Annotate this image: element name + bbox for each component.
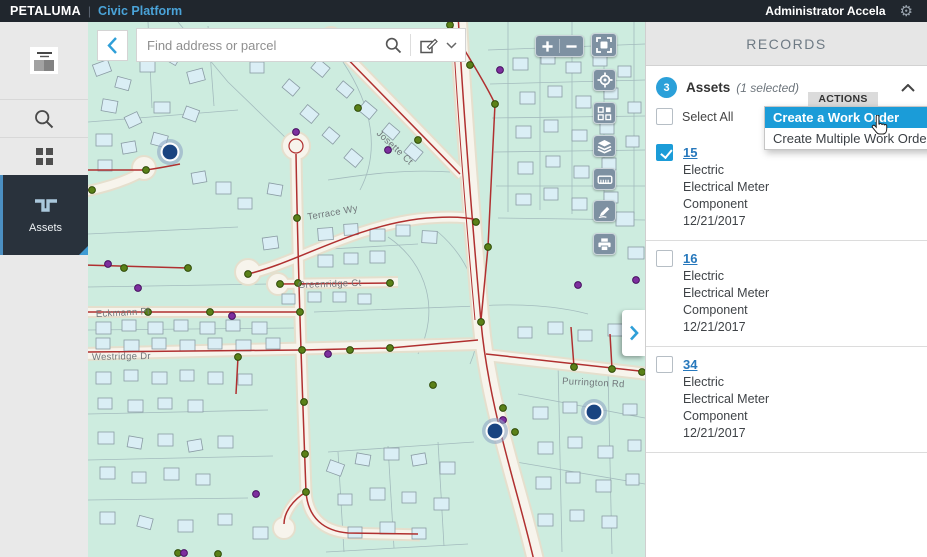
asset-detail-line: Electrical Meter — [683, 179, 769, 196]
map-container: Josette Ct Terrace Wy Greenridge Ct Eckm… — [88, 22, 645, 557]
zoom-control — [535, 35, 584, 57]
menu-item-create-work-order[interactable]: Create a Work Order — [765, 107, 927, 128]
sidebar-item-search[interactable] — [0, 99, 88, 137]
sidebar-item-assets[interactable]: Assets — [0, 175, 88, 255]
draw-select-icon[interactable] — [419, 36, 439, 55]
asset-item: 34 Electric Electrical Meter Component 1… — [646, 347, 927, 453]
street-label: Westridge Dr — [92, 351, 151, 363]
asset-item: 16 Electric Electrical Meter Component 1… — [646, 241, 927, 347]
actions-dropdown-menu: Create a Work Order Create Multiple Work… — [764, 106, 927, 150]
select-all-checkbox[interactable] — [656, 108, 673, 125]
brand-name: PETALUMA — [10, 4, 81, 18]
zoom-out-button[interactable] — [560, 36, 583, 56]
count-badge: 3 — [656, 77, 677, 98]
select-all-label: Select All — [682, 110, 733, 124]
asset-id-link[interactable]: 16 — [683, 251, 697, 266]
assets-group-header: 3 Assets (1 selected) — [646, 66, 927, 102]
left-toolbar: Assets — [0, 22, 88, 557]
minus-icon — [565, 40, 578, 53]
map-search-bar — [136, 28, 466, 62]
records-panel: RECORDS 3 Assets (1 selected) Select All… — [645, 22, 927, 557]
panel-title: RECORDS — [746, 36, 827, 52]
street-label: Greenridge Ct — [298, 278, 362, 291]
asset-detail-line: Electric — [683, 162, 769, 179]
basemap-gallery-icon — [597, 106, 612, 121]
asset-detail-line: Electric — [683, 268, 769, 285]
hand-cursor-icon — [870, 115, 888, 136]
asset-detail-line: 12/21/2017 — [683, 213, 769, 230]
asset-checkbox[interactable] — [656, 144, 673, 161]
selection-note: (1 selected) — [736, 81, 799, 95]
chevron-right-icon — [629, 325, 639, 341]
group-label: Assets — [686, 80, 730, 95]
search-icon — [34, 109, 54, 129]
top-bar: PETALUMA | Civic Platform Administrator … — [0, 0, 927, 22]
asset-marker[interactable] — [157, 139, 183, 165]
measure-icon — [597, 172, 613, 187]
user-name[interactable]: Administrator Accela — [765, 4, 885, 18]
divider — [410, 34, 411, 56]
collapse-group-button[interactable] — [901, 84, 915, 92]
pencil-icon — [597, 204, 612, 219]
asset-id-link[interactable]: 34 — [683, 357, 697, 372]
assets-pipes-icon — [32, 197, 60, 217]
asset-id-link[interactable]: 15 — [683, 145, 697, 160]
asset-detail-line: 12/21/2017 — [683, 319, 769, 336]
print-icon — [597, 237, 612, 252]
search-input[interactable] — [145, 37, 385, 54]
asset-detail-line: Component — [683, 408, 769, 425]
asset-detail-line: 12/21/2017 — [683, 425, 769, 442]
basemap-gallery-button[interactable] — [593, 102, 616, 124]
search-icon[interactable] — [385, 37, 402, 54]
sidebar-item-apps[interactable] — [0, 137, 88, 175]
asset-marker[interactable] — [581, 399, 607, 425]
gear-icon[interactable]: ⚙ — [900, 4, 913, 19]
asset-checkbox[interactable] — [656, 250, 673, 267]
asset-detail-line: Component — [683, 196, 769, 213]
records-panel-header: RECORDS — [646, 22, 927, 66]
assets-tile-label: Assets — [29, 222, 62, 234]
plus-icon — [541, 40, 554, 53]
measure-button[interactable] — [593, 168, 616, 190]
map-canvas[interactable]: Josette Ct Terrace Wy Greenridge Ct Eckm… — [88, 22, 645, 557]
locate-icon — [597, 72, 613, 88]
brand-separator: | — [88, 4, 91, 18]
draw-button[interactable] — [593, 200, 616, 222]
chevron-left-icon — [106, 36, 119, 55]
layers-icon — [597, 139, 612, 154]
tile-corner-triangle — [79, 246, 88, 255]
application-window: PETALUMA | Civic Platform Administrator … — [0, 0, 927, 557]
asset-item: 15 Electric Electrical Meter Component 1… — [646, 135, 927, 241]
apps-grid-icon — [36, 148, 53, 165]
chevron-up-icon — [901, 84, 915, 92]
product-name[interactable]: Civic Platform — [98, 4, 182, 18]
full-extent-button[interactable] — [591, 33, 617, 57]
map-layers-icon — [28, 47, 60, 75]
asset-checkbox[interactable] — [656, 356, 673, 373]
asset-detail-line: Electrical Meter — [683, 285, 769, 302]
zoom-in-button[interactable] — [536, 36, 559, 56]
print-button[interactable] — [593, 233, 616, 255]
menu-item-create-multiple-work-orders[interactable]: Create Multiple Work Orders — [765, 128, 927, 149]
asset-list: 15 Electric Electrical Meter Component 1… — [646, 135, 927, 453]
layers-button[interactable] — [593, 135, 616, 157]
collapse-search-button[interactable] — [97, 30, 128, 61]
asset-detail-line: Electric — [683, 374, 769, 391]
full-extent-icon — [596, 37, 612, 53]
sidebar-item-map-layers[interactable] — [0, 22, 88, 99]
asset-marker[interactable] — [482, 418, 508, 444]
asset-detail-line: Electrical Meter — [683, 391, 769, 408]
expand-panel-tab[interactable] — [622, 310, 645, 356]
asset-detail-line: Component — [683, 302, 769, 319]
locate-button[interactable] — [593, 69, 616, 91]
chevron-down-icon[interactable] — [446, 42, 457, 49]
